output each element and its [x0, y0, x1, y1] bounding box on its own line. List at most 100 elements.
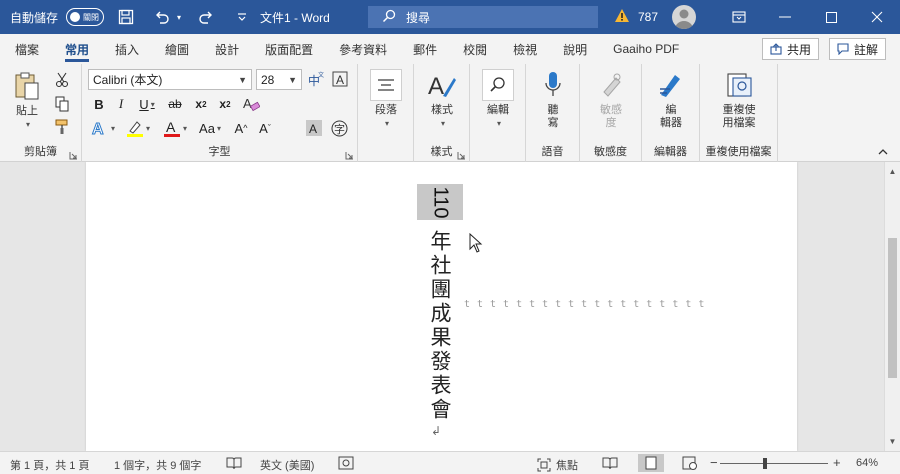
paragraph-icon — [370, 69, 402, 101]
paragraph-mark-icon: ↲ — [431, 424, 442, 438]
styles-launcher-icon[interactable] — [457, 149, 466, 160]
accessibility-icon[interactable] — [338, 456, 354, 470]
clear-formatting-icon[interactable]: A — [240, 94, 262, 114]
tab-help[interactable]: 說明 — [550, 34, 600, 64]
zoom-in-button[interactable]: + — [833, 455, 841, 470]
zoom-slider[interactable] — [720, 463, 828, 464]
grow-font-icon[interactable]: A ^ — [230, 118, 252, 138]
underline-button[interactable]: U ▾ — [134, 94, 160, 114]
web-layout-icon[interactable] — [682, 456, 698, 470]
comments-button[interactable]: 註解 — [828, 38, 886, 60]
chevron-down-icon: ▾ — [384, 119, 389, 128]
bold-button[interactable]: B — [90, 94, 108, 114]
font-name-select[interactable]: Calibri (本文) ▼ — [88, 69, 252, 90]
subscript-button[interactable]: x2 — [190, 94, 212, 114]
focus-label: 焦點 — [556, 460, 578, 472]
avatar[interactable] — [672, 5, 696, 29]
search-box[interactable]: 搜尋 — [368, 6, 598, 28]
share-button[interactable]: 共用 — [761, 38, 819, 60]
document-title: 文件1 - Word — [260, 11, 330, 25]
selected-number-text: 110 — [429, 186, 452, 218]
clipboard-group: 貼上 ▾ 剪貼簿 — [0, 64, 82, 162]
vertical-scrollbar[interactable]: ▲ ▼ — [884, 162, 900, 451]
read-mode-icon[interactable] — [602, 456, 618, 470]
styles-group: A 樣式 ▾ 樣式 — [414, 64, 470, 162]
warning-indicator[interactable]: 787 — [614, 8, 658, 26]
word-count[interactable]: 1 個字，共 9 個字 — [114, 457, 201, 473]
page-count[interactable]: 第 1 頁，共 1 頁 — [10, 457, 89, 473]
selected-number[interactable]: 110 — [417, 184, 463, 220]
tab-layout[interactable]: 版面配置 — [252, 34, 326, 64]
zoom-slider-handle[interactable] — [763, 458, 768, 469]
customize-toolbar-icon[interactable] — [228, 3, 256, 31]
redo-icon[interactable] — [192, 3, 220, 31]
copy-icon[interactable] — [52, 94, 72, 114]
editor-button[interactable]: 編 輯器 — [654, 69, 688, 130]
editor-label-2: 輯器 — [660, 117, 682, 129]
reuse-files-button[interactable]: 重複使 用檔案 — [718, 69, 760, 130]
zoom-level[interactable]: 64% — [856, 457, 878, 469]
font-size-select[interactable]: 28 ▼ — [256, 69, 302, 90]
focus-icon — [537, 458, 551, 472]
highlight-color-icon[interactable]: ▾ — [122, 118, 154, 138]
editor-label-1: 編 — [665, 104, 677, 116]
italic-button[interactable]: I — [112, 94, 130, 114]
minimize-icon[interactable] — [762, 0, 808, 34]
tab-review[interactable]: 校閱 — [450, 34, 500, 64]
font-launcher-icon[interactable] — [345, 149, 354, 160]
document-page[interactable]: 110 年社團成果發表會 ↲ ttttttttttttttttttt — [86, 162, 797, 451]
sensitivity-label-2: 度 — [605, 117, 617, 129]
autosave-toggle[interactable]: 關閉 — [66, 8, 105, 26]
maximize-icon[interactable] — [808, 0, 854, 34]
scroll-down-icon[interactable]: ▼ — [885, 434, 900, 449]
strikethrough-button[interactable]: ab — [164, 94, 186, 114]
tab-file[interactable]: 檔案 — [0, 34, 52, 64]
ribbon-display-options-icon[interactable] — [716, 0, 762, 34]
sensitivity-button[interactable]: 敏感 度 — [594, 69, 628, 130]
paste-button[interactable]: 貼上 ▾ — [10, 70, 44, 131]
document-heading-text[interactable]: 年社團成果發表會 — [417, 230, 463, 422]
scroll-up-icon[interactable]: ▲ — [885, 164, 900, 179]
save-icon[interactable] — [112, 3, 140, 31]
share-icon — [770, 43, 782, 55]
editing-button[interactable]: 編輯 ▾ — [481, 69, 515, 130]
undo-dropdown-icon[interactable]: ▾ — [174, 3, 184, 31]
paragraph-button[interactable]: 段落 ▾ — [369, 69, 403, 130]
shrink-font-icon[interactable]: Aˇ — [254, 118, 276, 138]
phonetic-guide-icon[interactable]: 中文 — [306, 69, 326, 89]
tab-design[interactable]: 設計 — [202, 34, 252, 64]
enclose-characters-icon[interactable]: 字 — [328, 118, 350, 138]
scroll-thumb[interactable] — [888, 238, 897, 378]
clipboard-launcher-icon[interactable] — [69, 149, 78, 160]
tab-mailings[interactable]: 郵件 — [400, 34, 450, 64]
font-group: Calibri (本文) ▼ 28 ▼ 中文 A B I U ▾ ab x2 x2… — [82, 64, 358, 162]
status-bar: 第 1 頁，共 1 頁 1 個字，共 9 個字 英文 (美國) 焦點 − + 6… — [0, 451, 900, 474]
character-border-icon[interactable]: A — [330, 69, 350, 89]
tab-view[interactable]: 檢視 — [500, 34, 550, 64]
tab-references[interactable]: 參考資料 — [326, 34, 400, 64]
font-color-icon[interactable]: A ▾ — [160, 118, 190, 138]
read-mode-status-icon[interactable] — [226, 456, 242, 470]
change-case-icon[interactable]: Aa ▾ — [194, 118, 226, 138]
text-effects-icon[interactable]: A ▾ — [88, 118, 118, 138]
tab-insert[interactable]: 插入 — [102, 34, 152, 64]
language-indicator[interactable]: 英文 (美國) — [260, 457, 314, 473]
cut-icon[interactable] — [52, 70, 72, 90]
tab-home[interactable]: 常用 — [52, 34, 102, 64]
styles-button[interactable]: A 樣式 ▾ — [425, 69, 459, 130]
close-icon[interactable] — [854, 0, 900, 34]
paste-dropdown-icon[interactable]: ▾ — [26, 118, 30, 131]
tab-gaaiho-pdf[interactable]: Gaaiho PDF — [600, 34, 692, 64]
focus-mode-button[interactable]: 焦點 — [537, 457, 578, 473]
format-painter-icon[interactable] — [52, 117, 72, 137]
vertical-text-block[interactable]: 110 年社團成果發表會 — [417, 184, 463, 422]
character-shading-icon[interactable]: A — [304, 118, 324, 138]
print-layout-icon[interactable] — [638, 454, 664, 472]
tab-draw[interactable]: 繪圖 — [152, 34, 202, 64]
document-area[interactable]: 110 年社團成果發表會 ↲ ttttttttttttttttttt — [0, 162, 884, 451]
zoom-out-button[interactable]: − — [710, 455, 718, 470]
superscript-button[interactable]: x2 — [214, 94, 236, 114]
collapse-ribbon-icon[interactable] — [878, 146, 888, 158]
undo-icon[interactable] — [148, 3, 176, 31]
dictate-button[interactable]: 聽 寫 — [536, 69, 570, 130]
